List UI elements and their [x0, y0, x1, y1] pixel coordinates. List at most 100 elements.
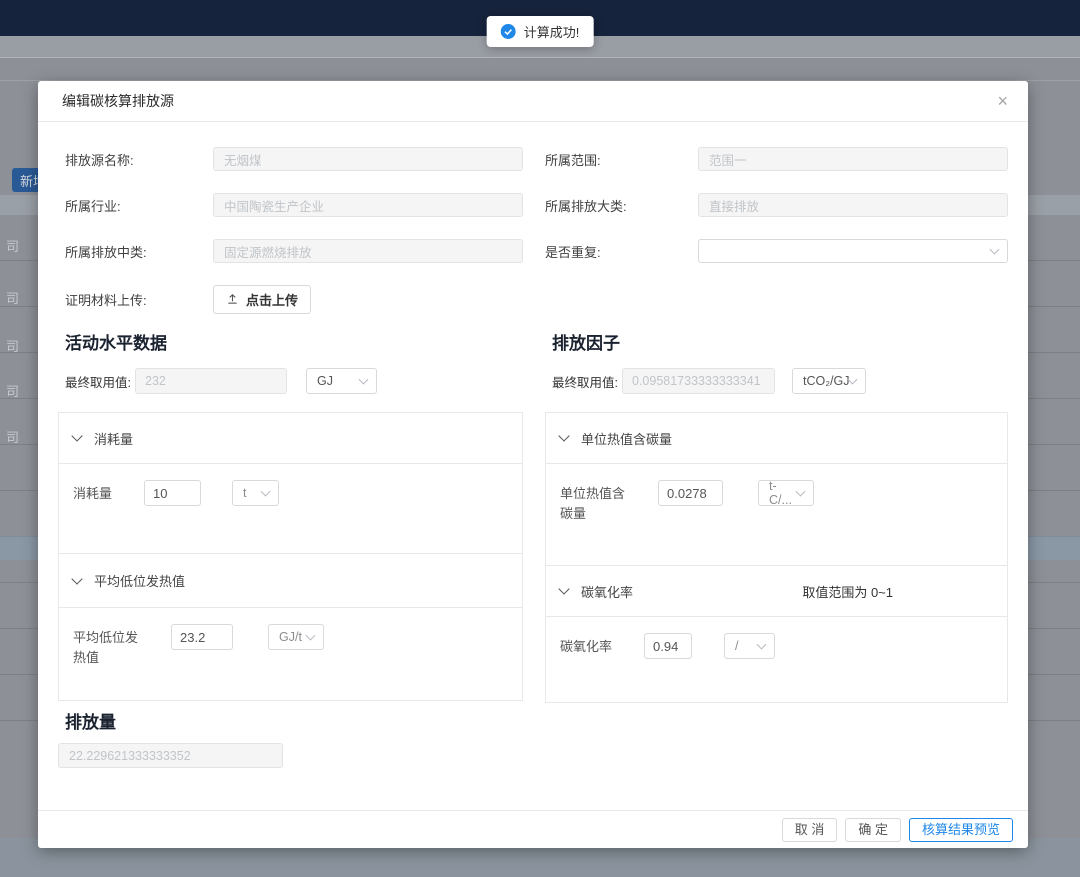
category-mid-input	[213, 239, 523, 263]
field-label: 所属范围:	[545, 150, 698, 169]
activity-heading: 活动水平数据	[65, 332, 523, 356]
heat-value-panel-body: 平均低位发热值 GJ/t	[59, 607, 522, 700]
field-label: 所属排放中类:	[65, 242, 213, 261]
consumption-input[interactable]	[144, 480, 201, 506]
heat-value-unit-select[interactable]: GJ/t	[268, 624, 324, 650]
source-name-input	[213, 147, 523, 171]
range-hint: 取值范围为 0~1	[802, 582, 893, 601]
toast-message: 计算成功!	[524, 22, 580, 41]
oxidation-rate-input[interactable]	[644, 633, 692, 659]
industry-input	[213, 193, 523, 217]
field-source-name: 排放源名称:	[65, 147, 523, 171]
factor-final-row: 最终取用值: tCO₂/GJ	[552, 368, 1008, 394]
collapse-chevron-icon	[558, 430, 569, 441]
factor-final-input	[622, 368, 775, 394]
chevron-down-icon	[359, 375, 369, 385]
factor-unit-select[interactable]: tCO₂/GJ	[792, 368, 866, 394]
oxidation-rate-unit-value: /	[735, 639, 738, 653]
chevron-down-icon	[990, 245, 1000, 255]
field-label: 是否重复:	[545, 242, 698, 261]
row-label: 单位热值含碳量	[560, 480, 630, 523]
factor-unit-value: tCO₂/GJ	[803, 374, 850, 388]
close-icon[interactable]: ×	[997, 81, 1008, 122]
success-toast: 计算成功!	[487, 16, 594, 47]
oxidation-rate-unit-select[interactable]: /	[724, 633, 775, 659]
screen: 新增 司 司 司 司 司 计算成功! 编辑碳核算排放源 × 排放源名称: 所属范…	[0, 0, 1080, 877]
activity-final-input	[135, 368, 287, 394]
consumption-unit-select[interactable]: t	[232, 480, 279, 506]
collapse-chevron-icon	[71, 573, 82, 584]
oxidation-rate-panel-header[interactable]: 碳氧化率 取值范围为 0~1	[546, 566, 1007, 616]
consumption-panel: 消耗量 消耗量 t	[58, 412, 523, 554]
field-label: 所属排放大类:	[545, 196, 698, 215]
factor-panels: 单位热值含碳量 单位热值含碳量 t-C/...	[545, 412, 1008, 703]
panel-title: 单位热值含碳量	[581, 429, 672, 448]
field-label: 所属行业:	[65, 196, 213, 215]
carbon-content-panel-body: 单位热值含碳量 t-C/...	[546, 463, 1007, 565]
activity-unit-select[interactable]: GJ	[306, 368, 377, 394]
field-industry: 所属行业:	[65, 193, 523, 217]
activity-section: 活动水平数据 最终取用值: GJ 消耗量	[58, 332, 523, 768]
data-sections: 活动水平数据 最终取用值: GJ 消耗量	[58, 332, 1008, 768]
carbon-content-panel-header[interactable]: 单位热值含碳量	[546, 413, 1007, 463]
table-row: 司	[6, 427, 32, 446]
heat-value-input[interactable]	[171, 624, 233, 650]
dialog-title: 编辑碳核算排放源	[62, 93, 174, 109]
heat-value-panel-header[interactable]: 平均低位发热值	[59, 554, 522, 607]
cancel-button[interactable]: 取 消	[782, 818, 838, 842]
field-label: 证明材料上传:	[65, 290, 213, 309]
table-row: 司	[6, 288, 32, 307]
dialog-footer: 取 消 确 定 核算结果预览	[38, 810, 1028, 848]
table-row: 司	[6, 336, 32, 355]
carbon-content-input[interactable]	[658, 480, 723, 506]
table-row: 司	[6, 236, 32, 255]
table-row: 司	[6, 381, 32, 400]
carbon-content-unit-select[interactable]: t-C/...	[758, 480, 814, 506]
field-category-mid: 所属排放中类:	[65, 239, 523, 263]
edit-emission-source-dialog: 编辑碳核算排放源 × 排放源名称: 所属范围: 所属行业: 所属排放大类:	[38, 81, 1028, 848]
chevron-down-icon	[796, 487, 806, 497]
row-label: 平均低位发热值	[73, 624, 143, 667]
final-value-label: 最终取用值:	[65, 372, 135, 391]
field-label: 排放源名称:	[65, 150, 213, 169]
panel-title: 碳氧化率	[581, 582, 633, 601]
carbon-content-panel: 单位热值含碳量 单位热值含碳量 t-C/...	[545, 412, 1008, 566]
activity-final-row: 最终取用值: GJ	[65, 368, 523, 394]
heat-value-panel: 平均低位发热值 平均低位发热值 GJ/t	[58, 553, 523, 701]
activity-unit-value: GJ	[317, 374, 333, 388]
upload-button[interactable]: 点击上传	[213, 285, 311, 314]
empty-cell	[545, 285, 1008, 314]
collapse-chevron-icon	[558, 583, 569, 594]
field-scope: 所属范围:	[545, 147, 1008, 171]
heat-value-unit-value: GJ/t	[279, 630, 302, 644]
result-preview-button[interactable]: 核算结果预览	[909, 818, 1013, 842]
field-category-major: 所属排放大类:	[545, 193, 1008, 217]
oxidation-rate-panel: 碳氧化率 取值范围为 0~1 碳氧化率 /	[545, 565, 1008, 703]
row-label: 消耗量	[73, 480, 118, 504]
scope-input	[698, 147, 1008, 171]
emission-heading: 排放量	[65, 711, 523, 735]
oxidation-rate-panel-body: 碳氧化率 /	[546, 616, 1007, 702]
chevron-down-icon	[261, 487, 271, 497]
check-circle-icon	[501, 24, 516, 39]
dialog-header: 编辑碳核算排放源 ×	[38, 81, 1028, 122]
final-value-label: 最终取用值:	[552, 372, 622, 391]
consumption-panel-body: 消耗量 t	[59, 463, 522, 553]
activity-panels: 消耗量 消耗量 t	[58, 412, 523, 701]
panel-title: 消耗量	[94, 429, 133, 448]
factor-heading: 排放因子	[552, 332, 1008, 356]
field-upload: 证明材料上传: 点击上传	[65, 285, 523, 314]
duplicate-select[interactable]	[698, 239, 1008, 263]
upload-icon	[226, 292, 239, 308]
consumption-panel-header[interactable]: 消耗量	[59, 413, 522, 463]
ok-button[interactable]: 确 定	[845, 818, 901, 842]
category-major-input	[698, 193, 1008, 217]
dialog-body: 排放源名称: 所属范围: 所属行业: 所属排放大类: 所属排放中类:	[38, 147, 1028, 768]
consumption-unit-value: t	[243, 486, 246, 500]
basic-form: 排放源名称: 所属范围: 所属行业: 所属排放大类: 所属排放中类:	[58, 147, 1008, 314]
collapse-chevron-icon	[71, 430, 82, 441]
row-label: 碳氧化率	[560, 633, 630, 657]
panel-title: 平均低位发热值	[94, 571, 185, 590]
chevron-down-icon	[757, 640, 767, 650]
upload-button-label: 点击上传	[246, 290, 298, 309]
